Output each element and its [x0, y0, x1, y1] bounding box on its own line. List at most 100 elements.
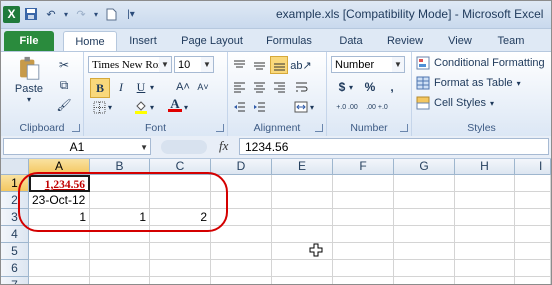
font-name-dropdown-icon[interactable]: ▼ — [159, 57, 171, 72]
grid-cell[interactable] — [515, 209, 551, 226]
tab-review[interactable]: Review — [381, 31, 429, 51]
formula-bar-splitter[interactable] — [161, 140, 207, 154]
underline-dropdown-icon[interactable]: ▾ — [148, 78, 156, 96]
grid-cell[interactable] — [272, 209, 333, 226]
tab-view[interactable]: View — [441, 31, 479, 51]
increase-indent-icon[interactable] — [250, 98, 268, 116]
grid-cell[interactable] — [333, 277, 394, 284]
decrease-indent-icon[interactable] — [230, 98, 248, 116]
increase-decimal-button[interactable]: +.0 .00 — [333, 98, 361, 116]
tab-data[interactable]: Data — [331, 31, 371, 51]
grid-cell[interactable] — [150, 277, 211, 284]
grid-cell[interactable] — [29, 226, 90, 243]
grid-cell[interactable] — [150, 243, 211, 260]
grid-cell[interactable] — [394, 277, 455, 284]
grid-cell[interactable] — [333, 226, 394, 243]
grid-cell[interactable] — [272, 175, 333, 192]
row-header-2[interactable]: 2 — [1, 192, 29, 209]
font-size-combo[interactable]: 10 ▼ — [174, 56, 214, 73]
grid-cell[interactable] — [455, 277, 515, 284]
redo-dropdown-icon[interactable]: ▾ — [92, 5, 100, 23]
font-color-dropdown-icon[interactable]: ▾ — [182, 98, 190, 116]
column-header-d[interactable]: D — [211, 159, 272, 175]
conditional-formatting-button[interactable]: Conditional Formatting — [416, 56, 545, 70]
customize-icon[interactable]: |▾ — [122, 5, 140, 23]
grid-cell[interactable] — [333, 175, 394, 192]
undo-icon[interactable]: ↶ — [42, 5, 60, 23]
cell-a2[interactable]: 23-Oct-12 — [29, 192, 90, 209]
grid-cell[interactable] — [455, 192, 515, 209]
cut-icon[interactable]: ✂ — [55, 56, 73, 74]
new-icon[interactable] — [102, 5, 120, 23]
decrease-decimal-button[interactable]: .00 +.0 — [363, 98, 391, 116]
fill-color-dropdown-icon[interactable]: ▾ — [148, 98, 156, 116]
grid-cell[interactable] — [150, 226, 211, 243]
italic-button[interactable]: I — [112, 78, 130, 96]
grid-cell[interactable] — [29, 277, 90, 284]
column-header-i[interactable]: I — [515, 159, 551, 175]
cell-a1[interactable]: 1,234.56 — [29, 175, 90, 192]
tab-home[interactable]: Home — [63, 31, 117, 52]
column-header-e[interactable]: E — [272, 159, 333, 175]
grid-cell[interactable] — [394, 209, 455, 226]
row-header-6[interactable]: 6 — [1, 260, 29, 277]
formula-input[interactable]: 1234.56 — [239, 138, 549, 155]
row-header-4[interactable]: 4 — [1, 226, 29, 243]
grid-cell[interactable] — [211, 192, 272, 209]
grid-cell[interactable] — [272, 192, 333, 209]
undo-dropdown-icon[interactable]: ▾ — [62, 5, 70, 23]
font-launcher-icon[interactable] — [216, 124, 224, 132]
redo-icon[interactable]: ↷ — [72, 5, 90, 23]
grid-cell[interactable] — [150, 192, 211, 209]
grid-cell[interactable] — [455, 243, 515, 260]
shrink-font-icon[interactable]: A˅ — [194, 78, 212, 96]
number-format-dropdown-icon[interactable]: ▼ — [392, 57, 404, 72]
cell-a3[interactable]: 1 — [29, 209, 90, 226]
comma-button[interactable]: , — [383, 78, 401, 96]
grid-cell[interactable] — [150, 175, 211, 192]
font-name-combo[interactable]: Times New Roi ▼ — [88, 56, 172, 73]
borders-dropdown-icon[interactable]: ▾ — [106, 98, 114, 116]
grid-cell[interactable] — [29, 243, 90, 260]
grid-cell[interactable] — [515, 243, 551, 260]
orientation-icon[interactable]: ab↗ — [290, 56, 311, 74]
grid-cell[interactable] — [211, 175, 272, 192]
row-header-3[interactable]: 3 — [1, 209, 29, 226]
font-size-dropdown-icon[interactable]: ▼ — [201, 57, 213, 72]
grid-cell[interactable] — [211, 260, 272, 277]
bold-button[interactable]: B — [90, 78, 110, 98]
cell-styles-button[interactable]: Cell Styles ▾ — [416, 96, 494, 110]
grid-cell[interactable] — [515, 192, 551, 209]
column-header-a[interactable]: A — [29, 159, 90, 175]
row-header-1[interactable]: 1 — [1, 175, 29, 192]
grid-cell[interactable] — [455, 175, 515, 192]
tab-team[interactable]: Team — [491, 31, 531, 51]
grid-cell[interactable] — [394, 226, 455, 243]
grid-cell[interactable] — [211, 226, 272, 243]
grid-cell[interactable] — [394, 243, 455, 260]
grid-cell[interactable] — [455, 209, 515, 226]
grid-cell[interactable] — [333, 243, 394, 260]
grid-cell[interactable] — [455, 226, 515, 243]
grid-cell[interactable] — [515, 260, 551, 277]
number-launcher-icon[interactable] — [400, 124, 408, 132]
grid-cell[interactable] — [515, 175, 551, 192]
tab-file[interactable]: File — [4, 31, 54, 51]
grid-cell[interactable] — [90, 243, 150, 260]
cell-c3[interactable]: 2 — [150, 209, 211, 226]
column-header-b[interactable]: B — [90, 159, 150, 175]
format-painter-icon[interactable]: 🖌 — [55, 96, 73, 114]
alignment-launcher-icon[interactable] — [315, 124, 323, 132]
grid-cell[interactable] — [455, 260, 515, 277]
align-bottom-icon[interactable] — [270, 56, 288, 74]
grid-cell[interactable] — [90, 175, 150, 192]
column-header-g[interactable]: G — [394, 159, 455, 175]
copy-icon[interactable]: ⧉ — [55, 76, 73, 94]
row-header-5[interactable]: 5 — [1, 243, 29, 260]
row-header-7[interactable]: 7 — [1, 277, 29, 284]
grid-cell[interactable] — [515, 226, 551, 243]
grow-font-icon[interactable]: A˄ — [174, 78, 192, 96]
grid-cell[interactable] — [211, 277, 272, 284]
grid-cell[interactable] — [333, 260, 394, 277]
insert-function-icon[interactable]: fx — [219, 138, 228, 154]
